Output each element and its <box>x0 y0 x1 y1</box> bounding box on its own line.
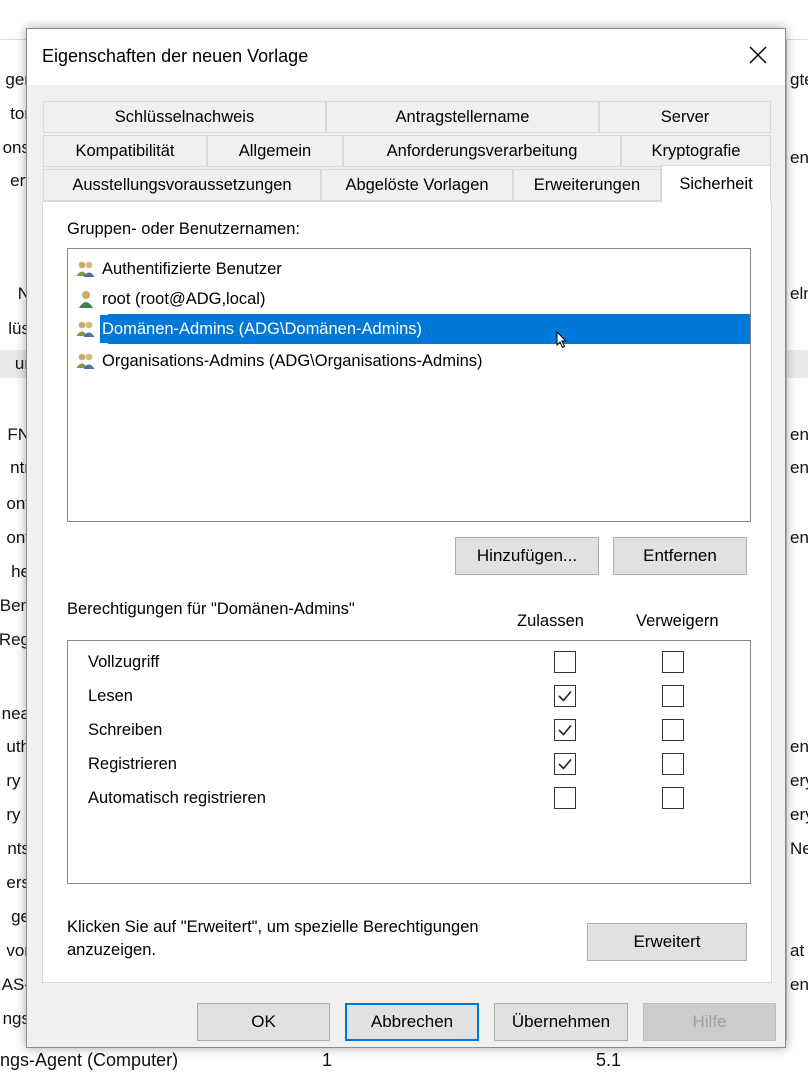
dialog-title: Eigenschaften der neuen Vorlage <box>42 46 309 66</box>
background-row-number: 1 <box>322 1050 333 1070</box>
groups-label: Gruppen- oder Benutzernamen: <box>67 220 300 238</box>
permission-name: Schreiben <box>88 720 163 739</box>
background-cell: en <box>790 528 808 547</box>
advanced-hint-line1: Klicken Sie auf "Erweitert", um speziell… <box>67 918 479 936</box>
background-cell: en <box>790 737 808 756</box>
background-cell: en <box>790 425 808 444</box>
principal-name: Organisations-Admins (ADG\Organisations-… <box>102 351 483 370</box>
permissions-label: Berechtigungen für "Domänen-Admins" <box>67 600 355 618</box>
permission-name: Registrieren <box>88 754 177 773</box>
background-cell: en <box>790 975 808 994</box>
allow-checkbox-registrieren[interactable] <box>554 753 576 775</box>
tab-antragstellername[interactable]: Antragstellername <box>326 101 599 133</box>
group-users-icon <box>76 261 95 277</box>
checkmark-icon <box>558 724 572 736</box>
permission-row: Lesen <box>88 679 133 713</box>
template-properties-dialog: Eigenschaften der neuen Vorlage Schlüsse… <box>26 28 786 1048</box>
deny-column-header: Verweigern <box>636 612 719 630</box>
permission-row: Vollzugriff <box>88 645 159 679</box>
tab-server[interactable]: Server <box>599 101 771 133</box>
allow-checkbox-lesen[interactable] <box>554 685 576 707</box>
allow-checkbox-autoenroll[interactable] <box>554 787 576 809</box>
tab-erweiterungen[interactable]: Erweiterungen <box>513 169 661 201</box>
advanced-button[interactable]: Erweitert <box>587 923 747 961</box>
principal-name: root (root@ADG,local) <box>102 289 266 308</box>
deny-checkbox-schreiben[interactable] <box>662 719 684 741</box>
permission-name: Vollzugriff <box>88 652 160 671</box>
background-cell: en <box>790 148 808 167</box>
background-cell: Ne <box>790 839 808 858</box>
permission-name: Lesen <box>88 686 133 705</box>
tab-kryptografie[interactable]: Kryptografie <box>621 135 771 167</box>
deny-checkbox-registrieren[interactable] <box>662 753 684 775</box>
permission-row: Registrieren <box>88 747 177 781</box>
deny-checkbox-lesen[interactable] <box>662 685 684 707</box>
tab-kompatibilitaet[interactable]: Kompatibilität <box>43 135 207 167</box>
tab-sicherheit[interactable]: Sicherheit <box>661 165 771 202</box>
background-cell: ery <box>790 771 808 790</box>
principals-listbox[interactable]: Authentifizierte Benutzer root (root@ADG… <box>67 248 751 522</box>
background-row-version: 5.1 <box>596 1050 622 1070</box>
user-icon <box>79 291 93 308</box>
tab-ausstellungsvoraussetzungen[interactable]: Ausstellungsvoraussetzungen <box>43 169 321 201</box>
background-list-right-edge: gte en eln en en en en ery ery Ne at en <box>786 40 808 1080</box>
background-cell: en <box>790 458 808 477</box>
background-cell: gte <box>790 70 808 89</box>
deny-checkbox-autoenroll[interactable] <box>662 787 684 809</box>
permissions-listbox: Vollzugriff Lesen Schreiben Registrieren… <box>67 640 751 884</box>
list-item-org-admins[interactable]: Organisations-Admins (ADG\Organisations-… <box>76 346 485 376</box>
cancel-button[interactable]: Abbrechen <box>345 1003 479 1041</box>
apply-button[interactable]: Übernehmen <box>494 1003 628 1041</box>
tab-allgemein[interactable]: Allgemein <box>207 135 343 167</box>
list-item-domain-admins[interactable]: Domänen-Admins (ADG\Domänen-Admins) <box>76 314 425 344</box>
mouse-cursor-icon <box>556 331 568 349</box>
allow-checkbox-schreiben[interactable] <box>554 719 576 741</box>
background-cell: eln <box>790 284 808 303</box>
tab-abgeloeste-vorlagen[interactable]: Abgelöste Vorlagen <box>321 169 513 201</box>
close-icon <box>749 46 767 64</box>
group-users-icon <box>76 353 95 369</box>
permission-row: Automatisch registrieren <box>88 781 266 815</box>
dialog-titlebar: Eigenschaften der neuen Vorlage <box>27 29 785 85</box>
add-button[interactable]: Hinzufügen... <box>455 537 599 575</box>
deny-checkbox-vollzugriff[interactable] <box>662 651 684 673</box>
remove-button[interactable]: Entfernen <box>613 537 747 575</box>
checkmark-icon <box>558 690 572 702</box>
group-users-icon <box>76 321 95 337</box>
allow-column-header: Zulassen <box>517 612 584 630</box>
ok-button[interactable]: OK <box>197 1003 330 1041</box>
background-group-band <box>787 350 808 378</box>
permission-row: Schreiben <box>88 713 162 747</box>
tab-schluesselnachweis[interactable]: Schlüsselnachweis <box>43 101 326 133</box>
list-item-authenticated-users[interactable]: Authentifizierte Benutzer <box>76 254 284 284</box>
permission-name: Automatisch registrieren <box>88 788 266 807</box>
allow-checkbox-vollzugriff[interactable] <box>554 651 576 673</box>
background-cell: at <box>790 941 805 960</box>
background-row-name: ngs-Agent (Computer) <box>0 1050 179 1070</box>
principal-name: Authentifizierte Benutzer <box>102 259 282 278</box>
tab-anforderungsverarbeitung[interactable]: Anforderungsverarbeitung <box>343 135 621 167</box>
help-button[interactable]: Hilfe <box>643 1003 776 1041</box>
advanced-hint-line2: anzuzeigen. <box>67 941 156 959</box>
principal-name: Domänen-Admins (ADG\Domänen-Admins) <box>100 315 425 343</box>
list-item-root[interactable]: root (root@ADG,local) <box>76 284 267 314</box>
checkmark-icon <box>558 758 572 770</box>
background-cell: ery <box>790 805 808 824</box>
security-tab-page: Gruppen- oder Benutzernamen: Authentifiz… <box>42 201 772 983</box>
close-button[interactable] <box>731 29 785 81</box>
